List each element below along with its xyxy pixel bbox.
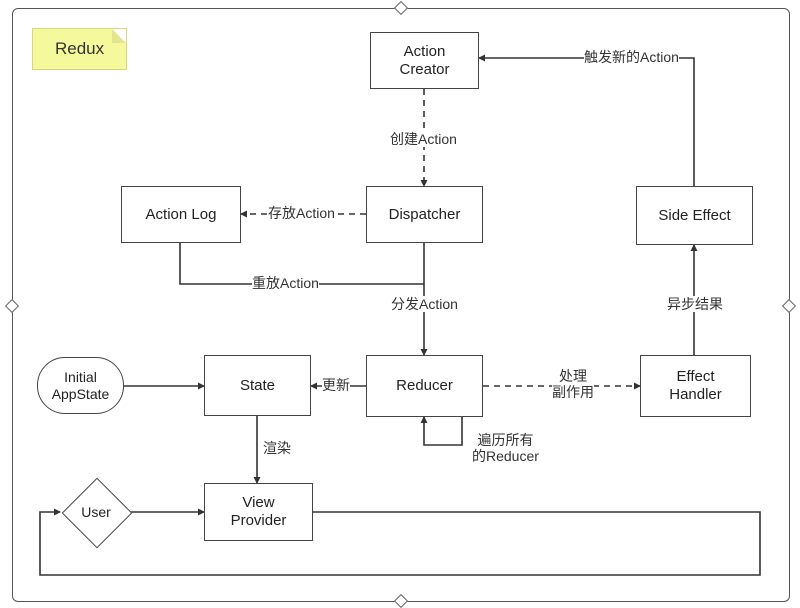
node-label: Side Effect xyxy=(658,207,730,225)
node-state: State xyxy=(204,355,311,416)
diagram-canvas: Redux xyxy=(0,0,800,608)
edge-label-dispatch-action: 分发Action xyxy=(391,296,458,312)
edge-label-create-action: 创建Action xyxy=(390,131,457,147)
node-label: Initial AppState xyxy=(52,369,110,403)
node-label: Reducer xyxy=(396,377,453,395)
edge-label-update: 更新 xyxy=(322,377,350,393)
node-label: Effect Handler xyxy=(669,368,722,404)
node-view-provider: View Provider xyxy=(204,483,313,541)
node-user: User xyxy=(62,478,130,546)
title-sticky: Redux xyxy=(32,28,127,70)
node-action-log: Action Log xyxy=(121,186,241,243)
node-label: View Provider xyxy=(231,494,287,530)
edge-label-handle-side-effect: 处理 副作用 xyxy=(552,368,594,400)
edge-label-render: 渲染 xyxy=(263,440,291,456)
node-label: Action Creator xyxy=(399,43,449,79)
edge-label-trigger-new-action: 触发新的Action xyxy=(584,49,679,65)
node-action-creator: Action Creator xyxy=(370,32,479,89)
node-label: Dispatcher xyxy=(389,206,461,224)
node-label: Action Log xyxy=(146,206,217,224)
node-reducer: Reducer xyxy=(366,355,483,417)
edge-label-iterate-reducers: 遍历所有 的Reducer xyxy=(472,432,539,464)
edge-label-async-result: 异步结果 xyxy=(667,296,723,312)
node-dispatcher: Dispatcher xyxy=(366,186,483,243)
title-text: Redux xyxy=(55,39,104,58)
edge-label-store-action: 存放Action xyxy=(268,205,335,221)
node-initial-appstate: Initial AppState xyxy=(37,357,124,414)
node-side-effect: Side Effect xyxy=(636,186,753,245)
node-label: User xyxy=(81,504,111,520)
node-label: State xyxy=(240,377,275,395)
node-effect-handler: Effect Handler xyxy=(640,355,751,417)
edge-label-replay-action: 重放Action xyxy=(252,275,319,291)
